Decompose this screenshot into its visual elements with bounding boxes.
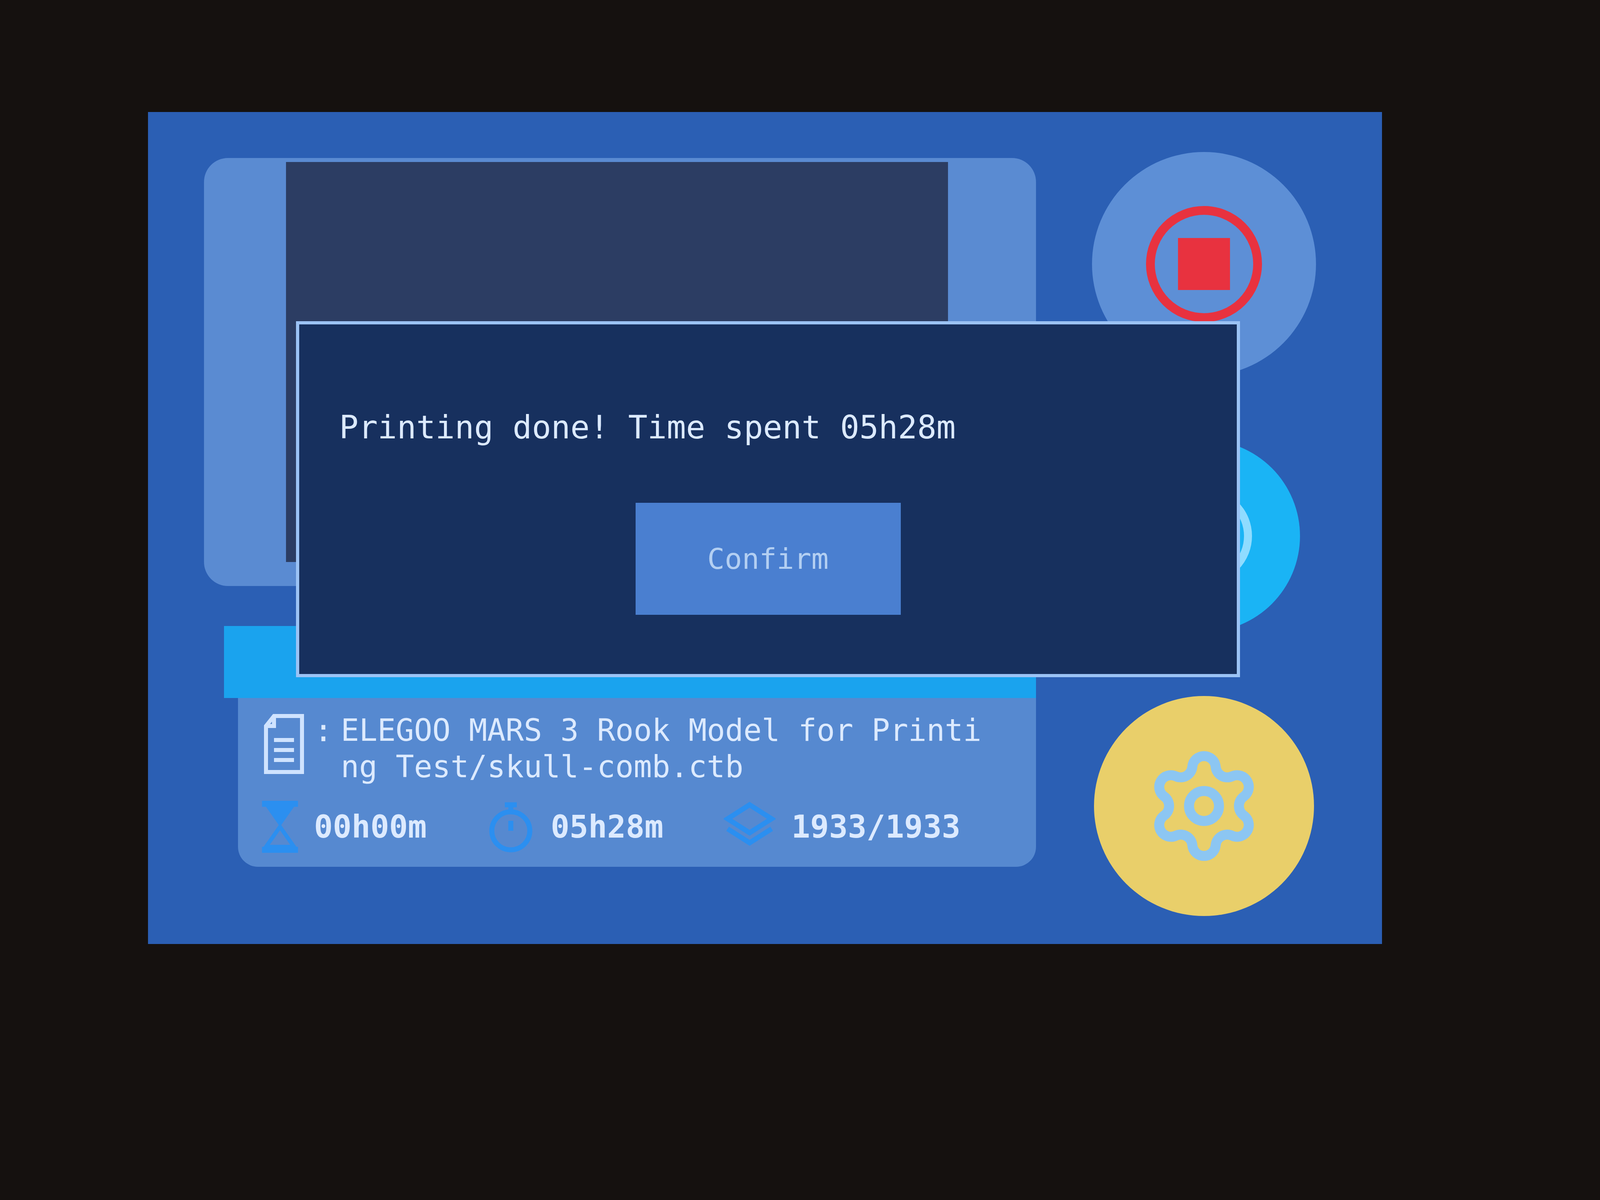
dialog-message: Printing done! Time spent 05h28m [339,408,1237,447]
confirm-button[interactable]: Confirm [635,502,901,615]
settings-button[interactable] [1094,696,1314,916]
file-icon [262,712,306,776]
stat-item: 1933/1933 [723,800,961,853]
stat-value: 00h00m [314,803,427,851]
file-name: ELEGOO MARS 3 Rook Model for Printing Te… [340,712,997,785]
print-done-dialog: Printing done! Time spent 05h28m Confirm [296,321,1240,678]
stat-item: 00h00m [262,800,427,853]
file-separator: : [314,712,333,750]
layers-icon [723,800,776,853]
confirm-label: Confirm [707,537,829,581]
hourglass-icon [262,800,298,853]
stop-icon [1146,206,1262,322]
stat-item: 05h28m [486,800,664,853]
stopwatch-icon [486,800,535,853]
file-row: :ELEGOO MARS 3 Rook Model for Printing T… [262,712,1012,785]
stat-value: 1933/1933 [791,803,961,851]
gear-icon [1144,746,1264,866]
printer-screen: :ELEGOO MARS 3 Rook Model for Printing T… [148,112,1382,944]
photo: :ELEGOO MARS 3 Rook Model for Printing T… [0,0,1600,1200]
stat-value: 05h28m [550,803,664,851]
stats-row: 00h00m 05h28m 1933/1933 [262,800,1012,853]
info-card: :ELEGOO MARS 3 Rook Model for Printing T… [238,698,1036,867]
